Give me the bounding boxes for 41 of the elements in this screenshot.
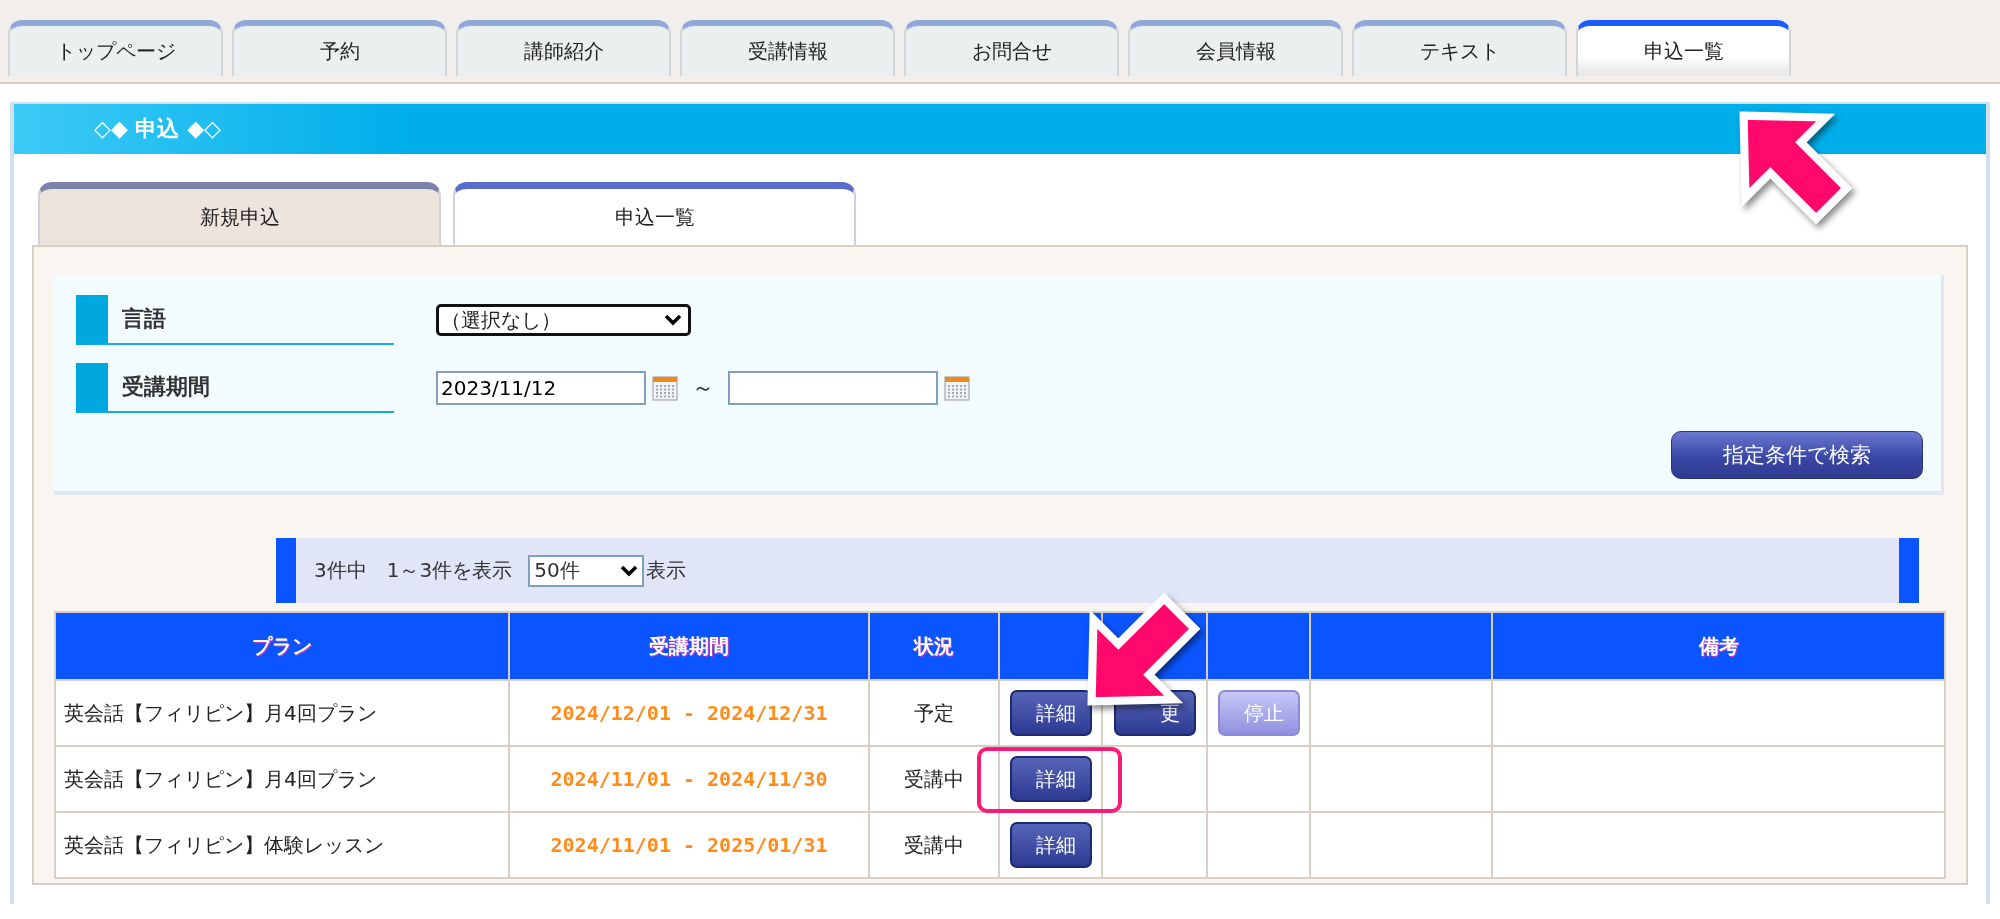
- action-button[interactable]: 詳細: [1009, 690, 1092, 736]
- period-text: 2024/11/01 - 2024/11/30: [550, 767, 828, 791]
- table-cell: 英会話【フィリピン】体験レッスン: [55, 812, 509, 878]
- nav-tab[interactable]: テキスト: [1352, 20, 1567, 76]
- range-separator: ～: [692, 374, 714, 402]
- per-page-suffix: 表示: [646, 557, 687, 584]
- chevron-down-icon: [620, 564, 639, 577]
- date-field[interactable]: 2023/11/12: [436, 371, 646, 405]
- nav-tab[interactable]: 会員情報: [1128, 20, 1343, 76]
- nav-tab[interactable]: 予約: [232, 20, 447, 76]
- search-button[interactable]: 指定条件で検索: [1671, 431, 1923, 479]
- column-header: プラン: [55, 612, 509, 680]
- chevron-down-icon: [664, 314, 682, 326]
- table-cell: 英会話【フィリピン】月4回プラン: [55, 746, 509, 812]
- field-label: 受講期間: [76, 363, 394, 413]
- action-button[interactable]: 詳細: [1009, 822, 1092, 868]
- nav-tab[interactable]: 受講情報: [680, 20, 895, 76]
- per-page-select[interactable]: 50件: [528, 554, 645, 587]
- table-cell: 受講中: [869, 812, 999, 878]
- table-cell: 英会話【フィリピン】月4回プラン: [55, 680, 509, 746]
- calendar-icon[interactable]: [652, 375, 678, 401]
- column-header: 備考: [1492, 612, 1945, 680]
- calendar-icon[interactable]: [944, 375, 970, 401]
- nav-tab[interactable]: 申込一覧: [1576, 20, 1791, 76]
- action-button[interactable]: 詳細: [1009, 756, 1092, 802]
- sub-tab[interactable]: 新規申込: [38, 182, 441, 245]
- date-field[interactable]: [728, 371, 938, 405]
- period-text: 2024/11/01 - 2025/01/31: [550, 833, 828, 857]
- nav-tab[interactable]: トップページ: [8, 20, 223, 76]
- nav-tab[interactable]: 講師紹介: [456, 20, 671, 76]
- period-text: 2024/12/01 - 2024/12/31: [550, 701, 828, 725]
- sub-tab[interactable]: 申込一覧: [453, 182, 856, 245]
- nav-tab[interactable]: お問合せ: [904, 20, 1119, 76]
- field-label: 言語: [76, 295, 394, 345]
- table-cell: 受講中: [869, 746, 999, 812]
- language-select[interactable]: （選択なし）: [436, 304, 691, 336]
- column-header: 状況: [869, 612, 999, 680]
- section-title: ◇◆ 申込 ◆◇: [94, 115, 221, 143]
- column-header: 受講期間: [509, 612, 869, 680]
- result-summary: 3件中 1～3件を表示: [314, 557, 513, 584]
- table-cell: 予定: [869, 680, 999, 746]
